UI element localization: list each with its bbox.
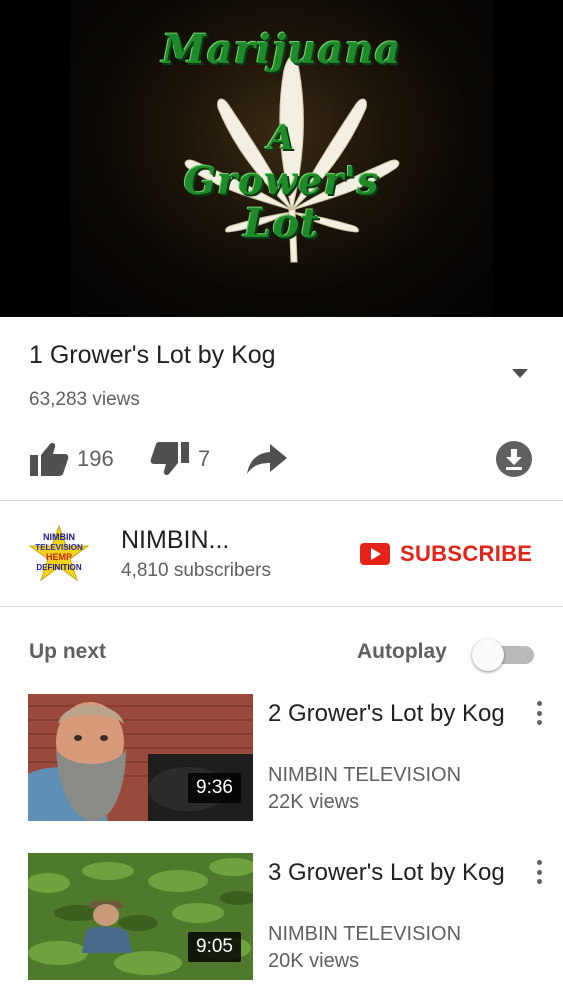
item-title[interactable]: 2 Grower's Lot by Kog bbox=[268, 698, 508, 730]
autoplay-toggle[interactable] bbox=[472, 639, 536, 671]
video-duration: 9:36 bbox=[188, 773, 241, 803]
download-button[interactable] bbox=[495, 437, 533, 481]
download-icon bbox=[496, 441, 532, 477]
item-channel: NIMBIN TELEVISION bbox=[268, 923, 462, 945]
autoplay-label: Autoplay bbox=[357, 640, 447, 663]
more-vert-icon[interactable] bbox=[529, 857, 549, 887]
more-vert-icon[interactable] bbox=[529, 698, 549, 728]
channel-logo-text: NIMBIN bbox=[43, 532, 75, 542]
video-duration: 9:05 bbox=[188, 932, 241, 962]
toggle-knob bbox=[472, 639, 504, 671]
action-bar: 196 7 bbox=[0, 437, 563, 481]
youtube-logo-icon bbox=[360, 543, 390, 565]
subscribe-label: SUBSCRIBE bbox=[400, 541, 533, 566]
expand-description-button[interactable] bbox=[505, 361, 535, 385]
divider bbox=[0, 500, 563, 501]
channel-avatar[interactable]: NIMBIN TELEVISION HEMP DEFINITION bbox=[28, 524, 90, 586]
view-count: 63,283 views bbox=[29, 389, 140, 410]
item-channel: NIMBIN TELEVISION bbox=[268, 764, 462, 786]
cover-title-line: Lot bbox=[243, 200, 320, 247]
up-next-label: Up next bbox=[29, 640, 107, 663]
item-views: 20K views bbox=[268, 950, 360, 972]
subscriber-count: 4,810 subscribers bbox=[121, 560, 271, 581]
cover-title-line: Grower's bbox=[183, 158, 380, 203]
dislike-button[interactable]: 7 bbox=[150, 437, 210, 481]
list-item[interactable]: 9:36 2 Grower's Lot by Kog NIMBIN TELEVI… bbox=[0, 690, 563, 830]
channel-name[interactable]: NIMBIN... bbox=[121, 526, 229, 555]
list-item[interactable]: 9:05 3 Grower's Lot by Kog NIMBIN TELEVI… bbox=[0, 849, 563, 989]
video-info: 1 Grower's Lot by Kog 63,283 views 196 7 bbox=[0, 317, 563, 501]
menu-dot bbox=[536, 869, 542, 875]
thumbs-up-icon bbox=[30, 443, 69, 476]
video-thumbnail[interactable]: 9:05 bbox=[28, 853, 253, 980]
channel-row: NIMBIN TELEVISION HEMP DEFINITION NIMBIN… bbox=[0, 502, 563, 606]
like-button[interactable]: 196 bbox=[29, 437, 114, 481]
share-button[interactable] bbox=[246, 437, 288, 481]
item-title[interactable]: 3 Grower's Lot by Kog bbox=[268, 857, 508, 889]
cover-title-line: A bbox=[267, 118, 296, 158]
channel-logo-text: DEFINITION bbox=[36, 563, 82, 572]
subscribe-button[interactable]: SUBSCRIBE bbox=[360, 540, 532, 568]
video-title[interactable]: 1 Grower's Lot by Kog bbox=[29, 341, 276, 370]
channel-logo-text: HEMP bbox=[46, 552, 72, 562]
menu-dot bbox=[536, 860, 542, 865]
chevron-down-icon bbox=[512, 369, 528, 378]
channel-logo-text: TELEVISION bbox=[35, 543, 83, 552]
video-thumbnail[interactable]: 9:36 bbox=[28, 694, 253, 821]
cover-title-line: Marijuana bbox=[161, 26, 402, 73]
video-player[interactable]: Marijuana A Grower's Lot bbox=[0, 0, 563, 317]
menu-dot bbox=[536, 879, 542, 884]
menu-dot bbox=[536, 720, 542, 725]
share-icon bbox=[247, 444, 287, 474]
menu-dot bbox=[536, 701, 542, 706]
like-count: 196 bbox=[77, 446, 114, 471]
item-views: 22K views bbox=[268, 791, 360, 813]
video-frame[interactable]: Marijuana A Grower's Lot bbox=[70, 0, 493, 317]
menu-dot bbox=[536, 710, 542, 716]
up-next-header: Up next Autoplay bbox=[0, 607, 563, 687]
dislike-count: 7 bbox=[198, 446, 211, 471]
thumbs-down-icon bbox=[150, 442, 189, 475]
